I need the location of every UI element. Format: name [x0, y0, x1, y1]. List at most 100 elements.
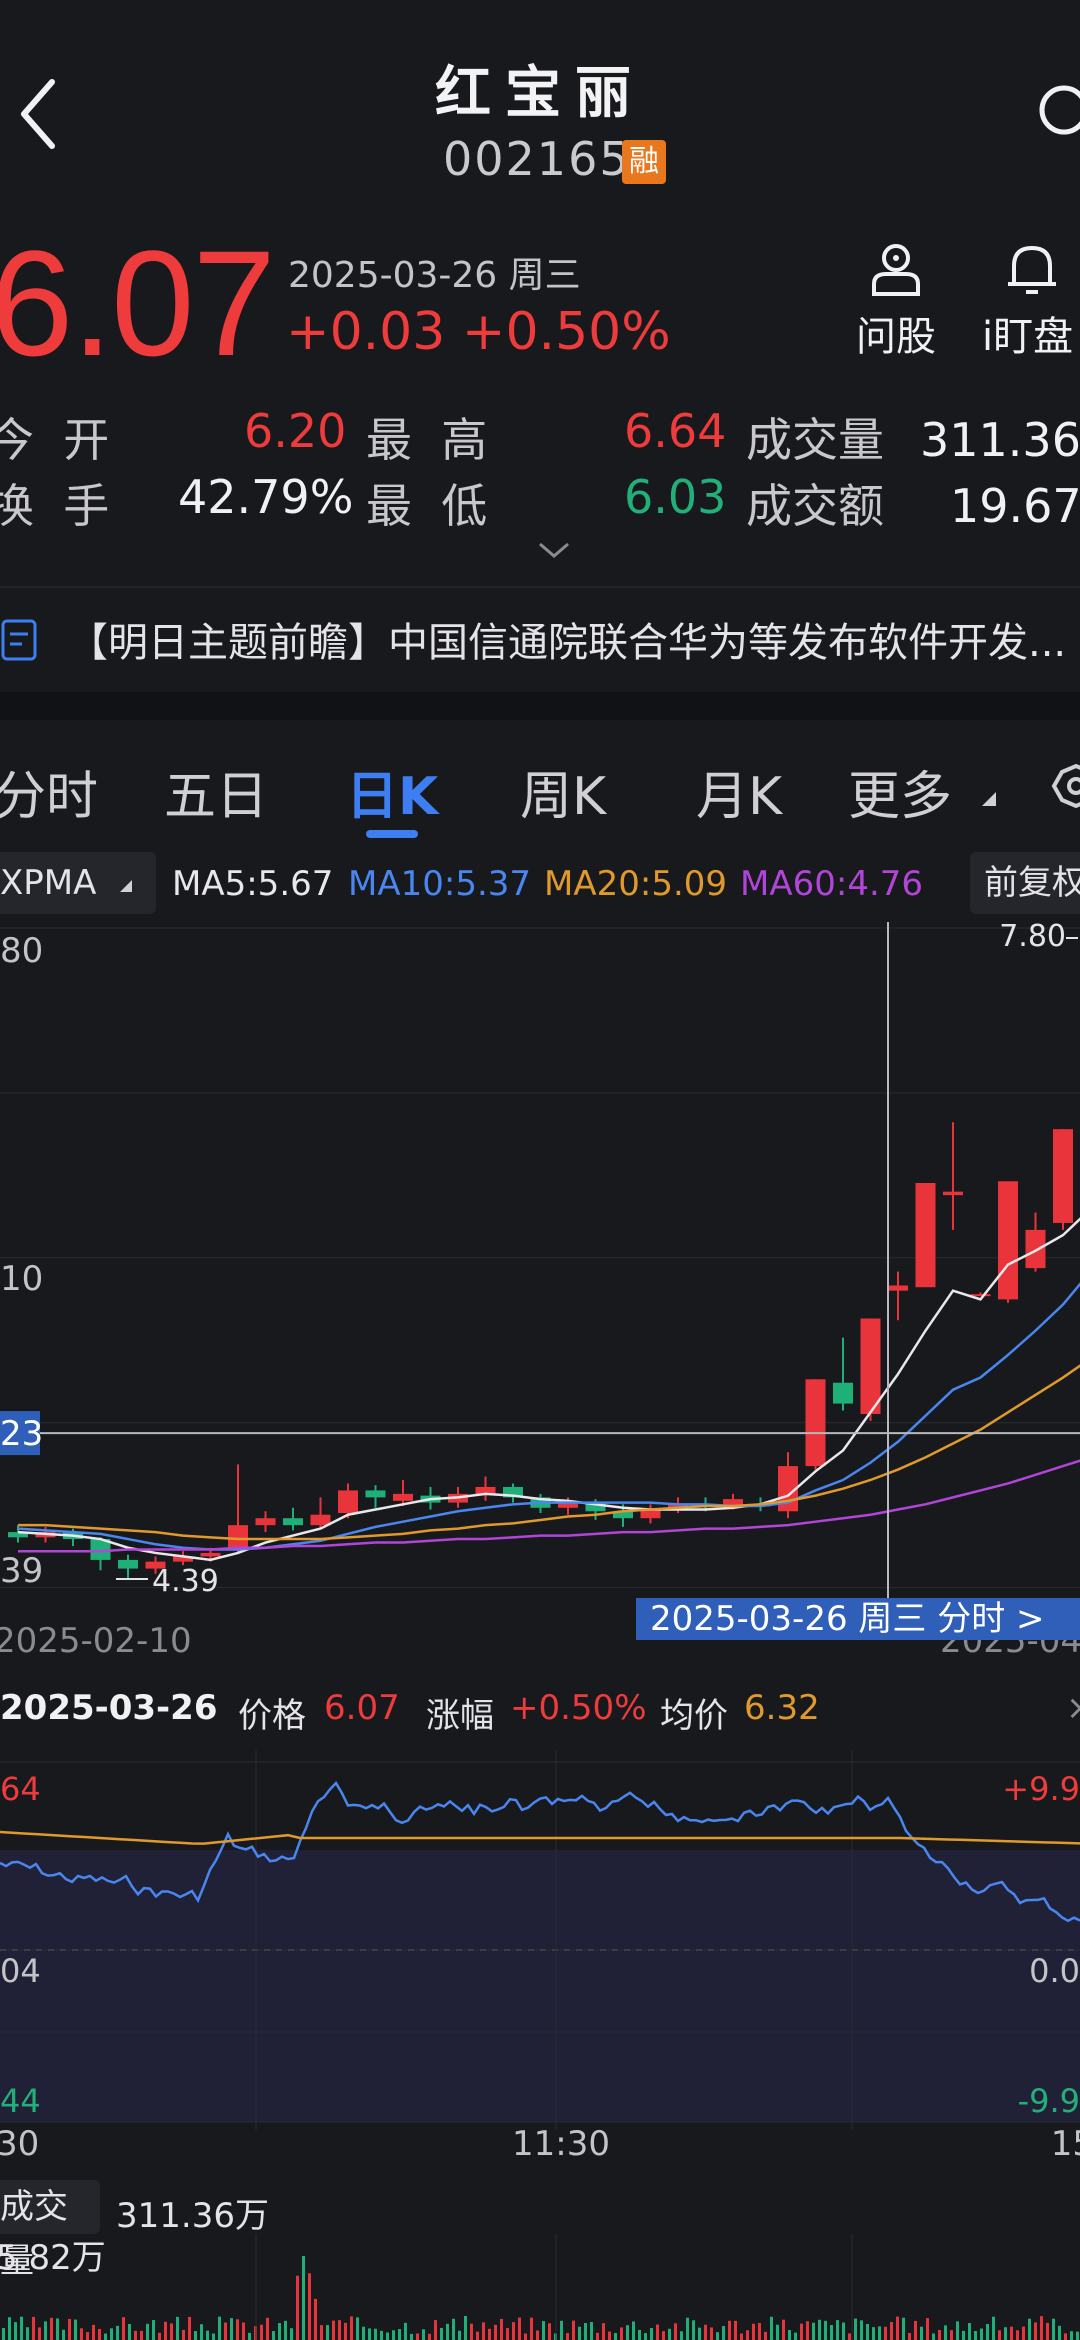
volume-bar — [782, 2319, 785, 2340]
margin-badge: 融 — [622, 140, 666, 184]
volume-bar — [932, 2333, 935, 2340]
volume-row: 成交量 311.36万 — [0, 2180, 1080, 2281]
x-axis-left-time: 30 — [0, 2124, 40, 2164]
document-icon — [1, 619, 37, 661]
volume-bar — [170, 2323, 173, 2340]
volume-bar — [584, 2323, 587, 2340]
volume-selector[interactable]: 成交量 — [0, 2180, 100, 2281]
adjust-selector[interactable]: 前复权 — [970, 852, 1080, 914]
volume-bar — [824, 2320, 827, 2340]
tab-monthly-k[interactable]: 月K — [696, 754, 782, 829]
volume-bar — [344, 2322, 347, 2340]
minute-avg-value: 6.32 — [744, 1688, 820, 1728]
search-button[interactable] — [1036, 82, 1080, 142]
volume-bar — [92, 2324, 95, 2340]
volume-bar — [590, 2322, 593, 2340]
volume-bar — [890, 2321, 893, 2340]
news-ticker[interactable]: 【明日主题前瞻】中国信通院联合华为等发布软件开发... — [0, 586, 1080, 688]
ask-stock-label: 问股 — [856, 314, 936, 360]
tab-five-day[interactable]: 五日 — [164, 754, 268, 829]
settings-icon[interactable] — [1046, 760, 1080, 820]
volume-bar — [374, 2328, 377, 2340]
tab-weekly-k[interactable]: 周K — [520, 754, 606, 829]
stock-code: 002165 — [443, 132, 631, 186]
volume-bar — [650, 2328, 653, 2340]
active-tab-indicator — [366, 830, 418, 838]
volume-bar — [404, 2322, 407, 2340]
volume-bar — [362, 2326, 365, 2340]
ma20-value: MA20:5.09 — [544, 864, 728, 904]
volume-bar — [668, 2328, 671, 2340]
volume-bar — [248, 2332, 251, 2340]
volume-bar — [512, 2322, 515, 2340]
expand-quote-button[interactable] — [536, 538, 572, 562]
indicator-selector[interactable]: XPMA — [0, 852, 156, 914]
volume-bar — [662, 2331, 665, 2340]
volume-bar — [740, 2333, 743, 2340]
volume-bar — [620, 2327, 623, 2340]
watch-button[interactable]: i盯盘 — [982, 240, 1080, 362]
minute-chart[interactable]: 64 04 44 +9.9 0.0 -9.9 — [0, 1750, 1080, 2130]
stock-header: 红宝丽 002165 融 — [0, 0, 1080, 220]
volume-bar — [488, 2328, 491, 2340]
volume-bar — [98, 2328, 101, 2340]
volume-bar — [926, 2318, 929, 2340]
volume-bar — [314, 2298, 317, 2340]
volume-bar — [1052, 2318, 1055, 2340]
volume-bar — [434, 2320, 437, 2340]
volume-bar — [152, 2320, 155, 2340]
tab-daily-k[interactable]: 日K — [346, 754, 438, 829]
volume-label: 成交量 — [746, 413, 884, 467]
candle-body — [805, 1379, 826, 1467]
volume-bar — [608, 2331, 611, 2340]
volume-bar — [566, 2333, 569, 2340]
volume-bar — [716, 2332, 719, 2340]
volume-bar — [974, 2330, 977, 2340]
ask-stock-button[interactable]: 问股 — [836, 240, 956, 362]
candle-body — [888, 1285, 908, 1291]
volume-bar — [818, 2319, 821, 2340]
candle-body — [118, 1559, 138, 1569]
volume-bar — [680, 2331, 683, 2340]
volume-bar — [734, 2320, 737, 2340]
volume-bar — [572, 2320, 575, 2340]
volume-bar — [392, 2330, 395, 2340]
y-axis-top-label: 80 — [0, 931, 43, 971]
volume-bar — [2, 2328, 5, 2340]
volume-bar — [506, 2328, 509, 2340]
kline-chart[interactable]: 80 10 23 39 7.80 4.39 2025-02-10 2025-04 2025-03… — [0, 919, 1080, 1666]
volume-bar — [44, 2321, 47, 2340]
volume-bar — [458, 2330, 461, 2340]
volume-bar — [938, 2329, 941, 2340]
volume-bar — [452, 2318, 455, 2340]
close-icon[interactable]: × — [1066, 1688, 1080, 1728]
volume-bar — [920, 2326, 923, 2340]
volume-bar — [992, 2316, 995, 2340]
volume-bar — [524, 2333, 527, 2340]
volume-bar — [806, 2321, 809, 2340]
volume-bar — [704, 2324, 707, 2340]
volume-bar — [596, 2332, 599, 2340]
volume-bar — [770, 2316, 773, 2340]
current-price: 6.07 — [0, 219, 276, 387]
volume-bar — [1070, 2331, 1073, 2340]
volume-bar — [1022, 2326, 1025, 2340]
volume-bar — [632, 2321, 635, 2340]
volume-bar — [500, 2318, 503, 2340]
volume-bar — [944, 2325, 947, 2340]
ma-line-ma20 — [18, 1364, 1080, 1541]
volume-bar — [68, 2318, 71, 2340]
tab-more[interactable]: 更多 — [848, 754, 952, 829]
open-label: 今 开 — [0, 413, 110, 467]
candle-body — [998, 1181, 1018, 1300]
candle-body — [310, 1514, 331, 1526]
volume-bar — [176, 2316, 179, 2340]
tab-intraday[interactable]: 分时 — [0, 754, 98, 829]
volume-bar — [518, 2317, 521, 2340]
y-axis-bottom-label: 39 — [0, 1551, 43, 1591]
volume-bar — [200, 2324, 203, 2340]
volume-bar — [638, 2329, 641, 2340]
bell-icon — [1008, 245, 1056, 294]
volume-bar — [674, 2323, 677, 2340]
volume-bar — [1040, 2316, 1043, 2340]
